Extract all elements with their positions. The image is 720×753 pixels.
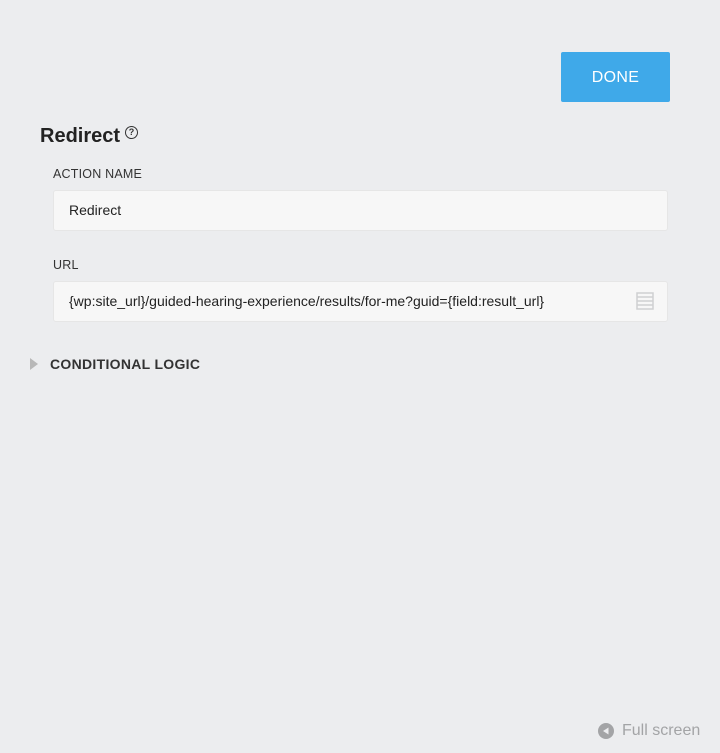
conditional-logic-toggle[interactable]: CONDITIONAL LOGIC (30, 356, 200, 372)
action-name-input[interactable]: Redirect (53, 190, 668, 231)
url-value: {wp:site_url}/guided-hearing-experience/… (69, 293, 545, 309)
done-button[interactable]: DONE (561, 52, 670, 102)
action-name-label: ACTION NAME (53, 167, 143, 181)
help-icon[interactable]: ? (125, 126, 139, 139)
page-title: Redirect (40, 125, 121, 147)
conditional-logic-label: CONDITIONAL LOGIC (50, 356, 201, 372)
url-label: URL (53, 258, 79, 272)
merge-tags-icon[interactable] (636, 292, 654, 310)
triangle-right-icon (30, 358, 38, 370)
play-back-circle-icon (598, 723, 614, 739)
fullscreen-label: Full screen (622, 722, 701, 739)
url-input[interactable]: {wp:site_url}/guided-hearing-experience/… (53, 281, 668, 322)
fullscreen-button[interactable]: Full screen (598, 722, 700, 740)
section-header: Redirect ? (40, 124, 139, 148)
